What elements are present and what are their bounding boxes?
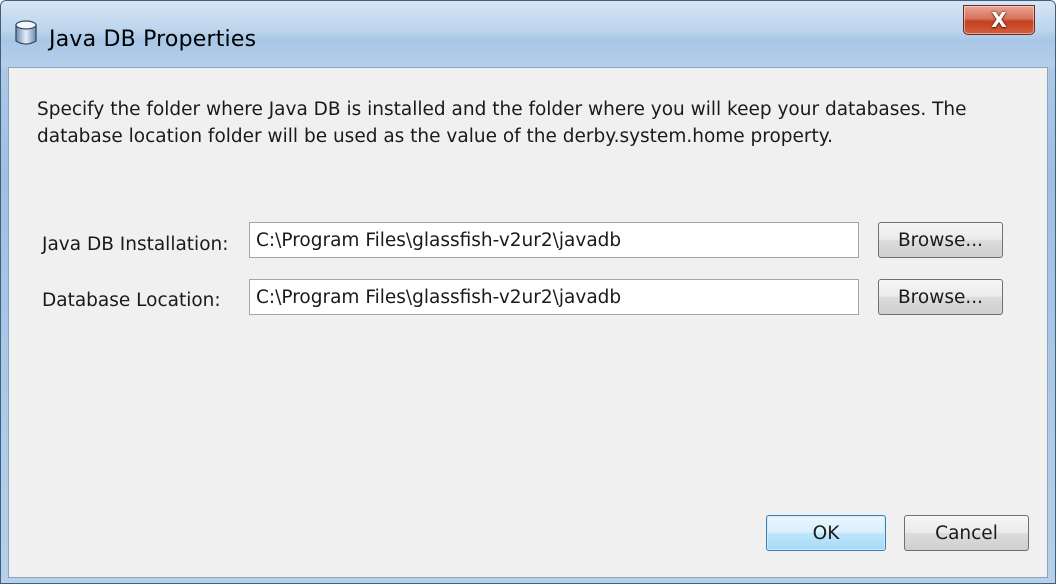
location-path-field[interactable] [249, 279, 859, 315]
dialog-content: Specify the folder where Java DB is inst… [8, 67, 1048, 578]
cancel-button[interactable]: Cancel [904, 515, 1029, 551]
installation-path-field[interactable] [249, 222, 859, 258]
location-label: Database Location: [42, 290, 221, 311]
installation-browse-button[interactable]: Browse... [878, 222, 1003, 258]
window-title: Java DB Properties [49, 27, 257, 52]
java-db-properties-dialog: Java DB Properties X Specify the folder … [0, 0, 1056, 584]
close-button[interactable]: X [963, 5, 1035, 35]
instructions-text: Specify the folder where Java DB is inst… [37, 99, 967, 147]
ok-button[interactable]: OK [766, 515, 886, 551]
javadb-cylinder-icon [15, 20, 37, 45]
title-bar[interactable]: Java DB Properties X [1, 1, 1055, 67]
installation-label: Java DB Installation: [42, 234, 229, 255]
location-browse-button[interactable]: Browse... [878, 279, 1003, 315]
close-icon: X [991, 8, 1007, 32]
